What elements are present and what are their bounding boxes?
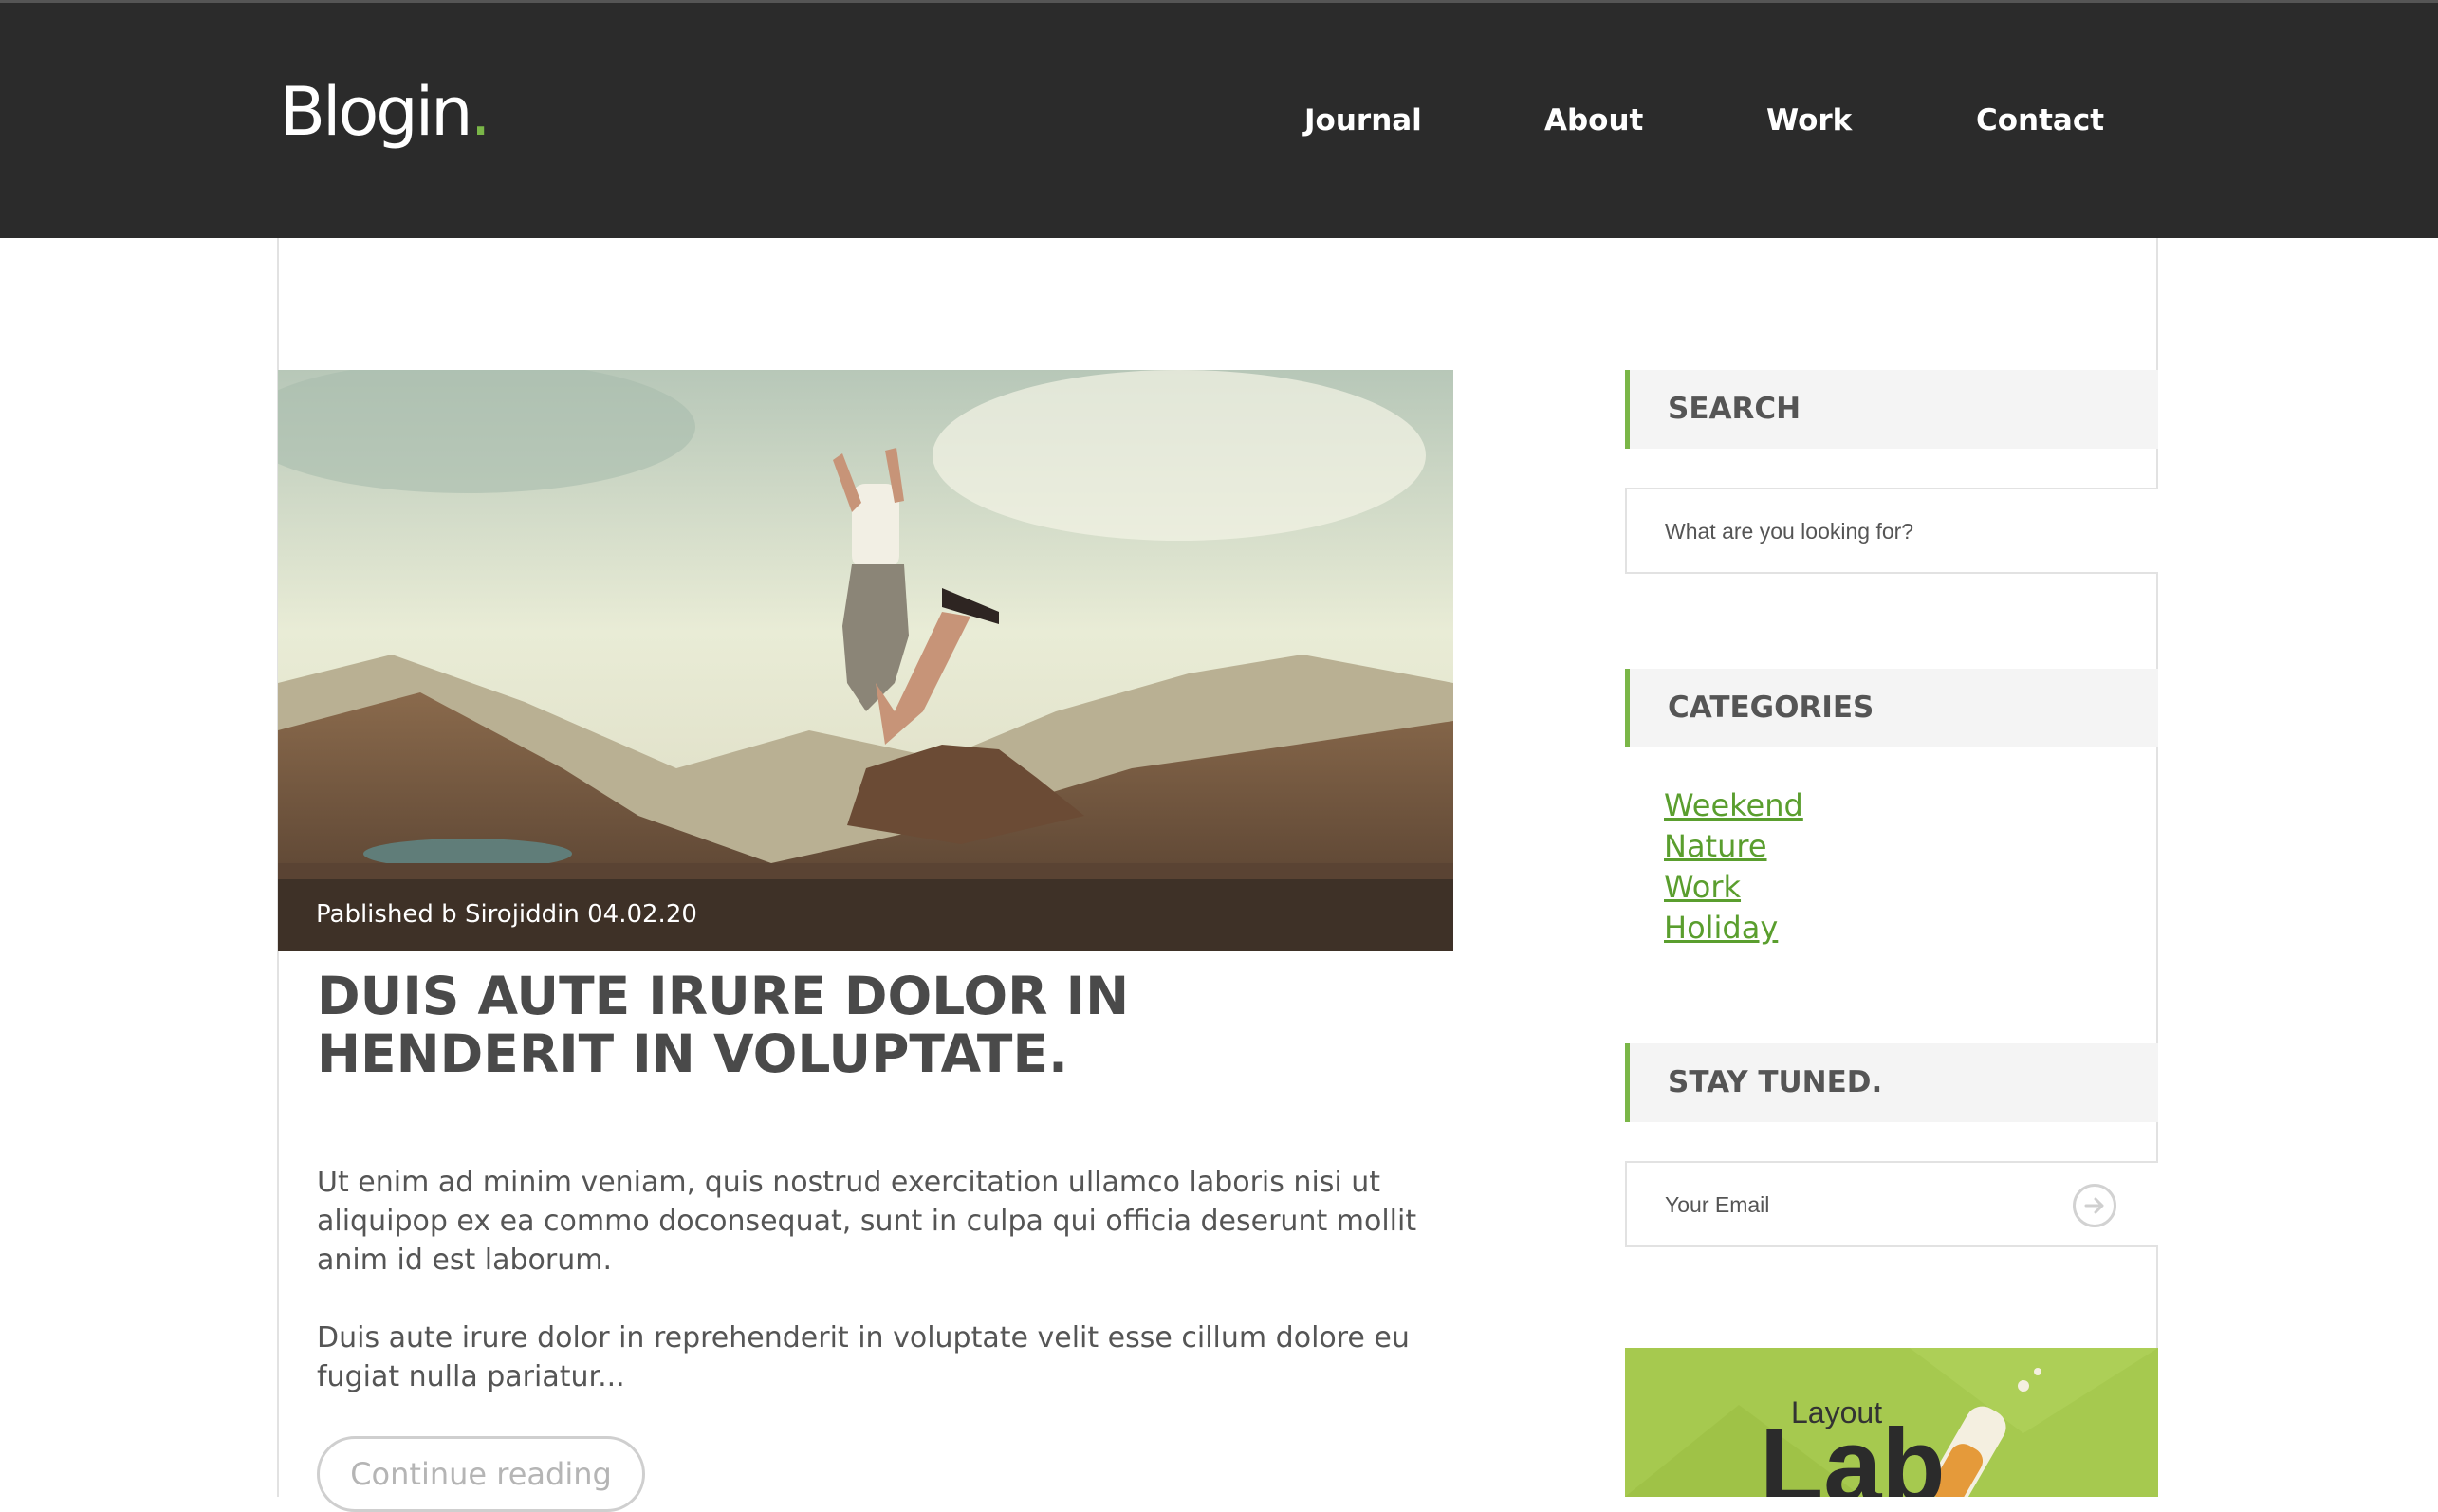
email-input[interactable] (1665, 1186, 2082, 1224)
site-logo[interactable]: Blogin. (280, 79, 491, 145)
category-link-holiday[interactable]: Holiday (1664, 908, 1803, 949)
post-paragraph: Duis aute irure dolor in reprehenderit i… (317, 1321, 1410, 1393)
newsletter-widget-header: STAY TUNED. (1625, 1043, 2158, 1122)
layout-lab-ad-banner[interactable]: Layout Lab (1625, 1348, 2158, 1497)
category-link-work[interactable]: Work (1664, 867, 1803, 908)
post-paragraph: Ut enim ad minim veniam, quis nostrud ex… (317, 1166, 1417, 1277)
search-input[interactable] (1665, 512, 2082, 550)
logo-dot: . (470, 73, 491, 151)
nav-journal[interactable]: Journal (1304, 101, 1422, 139)
categories-widget-header: CATEGORIES (1625, 669, 2158, 747)
logo-text: Blogin (280, 73, 473, 151)
continue-reading-button[interactable]: Continue reading (317, 1436, 645, 1512)
nav-work[interactable]: Work (1766, 101, 1852, 139)
site-header: Blogin. Journal About Work Contact (0, 0, 2438, 238)
arrow-right-circle-icon[interactable] (2073, 1184, 2116, 1227)
widget-title: STAY TUNED. (1668, 1065, 1883, 1099)
nav-about[interactable]: About (1544, 101, 1643, 139)
post-meta-bar: Pablished b Sirojiddin 04.02.20 (278, 879, 1453, 951)
post-featured-image[interactable]: Pablished b Sirojiddin 04.02.20 (278, 370, 1453, 951)
category-link-weekend[interactable]: Weekend (1664, 785, 1803, 826)
nav-contact[interactable]: Contact (1976, 101, 2104, 139)
search-field (1625, 488, 2158, 574)
post-title[interactable]: DUIS AUTE IRURE DOLOR IN HENDERIT IN VOL… (317, 968, 1436, 1083)
ad-big-text: Lab (1760, 1408, 1946, 1498)
widget-title: SEARCH (1668, 392, 1801, 426)
newsletter-field (1625, 1161, 2158, 1247)
category-link-nature[interactable]: Nature (1664, 826, 1803, 867)
category-list: Weekend Nature Work Holiday (1664, 785, 1803, 949)
post-meta-caption: Pablished b Sirojiddin 04.02.20 (316, 900, 697, 929)
mountain-jump-photo (278, 370, 1453, 951)
search-widget-header: SEARCH (1625, 370, 2158, 449)
widget-title: CATEGORIES (1668, 691, 1875, 725)
